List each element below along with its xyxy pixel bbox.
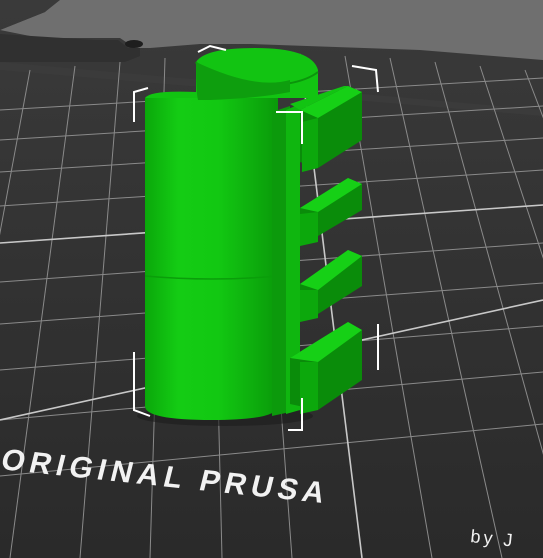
3d-viewport[interactable]: ORIGINAL PRUSA by J — [0, 0, 543, 558]
bed-screw — [125, 40, 143, 48]
viewport-canvas[interactable]: ORIGINAL PRUSA by J — [0, 0, 543, 558]
model-cylinder-body[interactable] — [145, 98, 278, 420]
